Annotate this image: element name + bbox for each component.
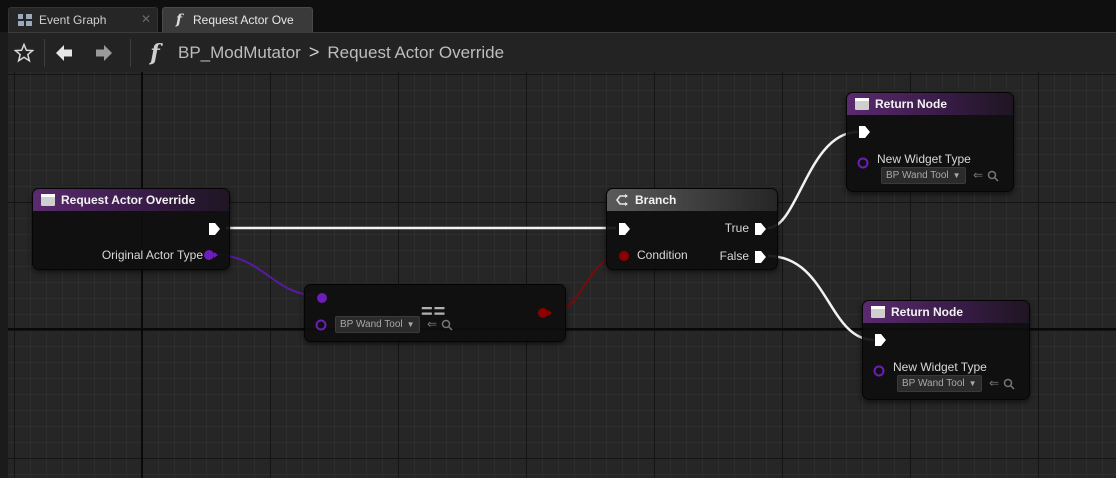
node-title: Return Node <box>891 305 963 319</box>
node-title: Return Node <box>875 97 947 111</box>
class-combo[interactable]: BP Wand Tool ▼ <box>897 375 982 392</box>
graph-toolbar: f BP_ModMutator > Request Actor Override <box>8 32 1116 73</box>
forward-arrow-icon[interactable] <box>92 41 116 65</box>
favorite-star-icon[interactable] <box>12 41 36 65</box>
pin-label-true: True <box>724 221 749 235</box>
class-in-pin[interactable] <box>857 157 871 169</box>
node-header: Return Node <box>847 93 1013 115</box>
node-equal-class[interactable]: BP Wand Tool ▼ ⇐ == <box>304 284 566 342</box>
use-selected-arrow-icon[interactable]: ⇐ <box>989 376 999 390</box>
function-icon: f <box>150 40 160 66</box>
blueprint-editor: Event Graph ✕ f Request Actor Ove f BP_M… <box>0 0 1116 478</box>
function-icon: f <box>175 12 183 28</box>
class-combo[interactable]: BP Wand Tool ▼ <box>335 316 420 333</box>
exec-out-pin-true[interactable] <box>753 222 767 236</box>
browse-search-icon[interactable] <box>1003 378 1015 390</box>
node-request-actor-override[interactable]: Request Actor Override Original Actor Ty… <box>32 188 230 270</box>
pin-label: Original Actor Type <box>101 248 203 262</box>
event-graph-icon <box>17 12 33 28</box>
dropdown-arrow-icon: ▼ <box>952 171 961 180</box>
return-node-icon <box>871 306 885 318</box>
combo-value: BP Wand Tool <box>340 319 403 330</box>
tab-label: Event Graph <box>39 13 107 27</box>
use-selected-arrow-icon[interactable]: ⇐ <box>973 168 983 182</box>
equals-symbol: == <box>421 301 447 323</box>
bool-out-pin[interactable] <box>537 307 553 319</box>
graph-canvas[interactable]: Request Actor Override Original Actor Ty… <box>8 72 1116 478</box>
chevron-right-icon: > <box>308 42 320 62</box>
pin-label: New Widget Type <box>893 360 987 374</box>
class-out-pin[interactable] <box>203 249 219 261</box>
return-node-icon <box>855 98 869 110</box>
node-title: Request Actor Override <box>61 193 196 207</box>
node-title: Branch <box>635 193 677 207</box>
node-header: Return Node <box>863 301 1029 323</box>
exec-in-pin[interactable] <box>873 333 887 347</box>
exec-wire-false-to-return <box>767 254 875 342</box>
dropdown-arrow-icon: ▼ <box>406 320 415 329</box>
tab-bar: Event Graph ✕ f Request Actor Ove <box>0 0 1116 33</box>
back-arrow-icon[interactable] <box>52 41 76 65</box>
pin-label-false: False <box>719 249 749 263</box>
toolbar-separator <box>130 39 131 67</box>
node-branch[interactable]: Branch True Condition False <box>606 188 778 270</box>
breadcrumb-blueprint[interactable]: BP_ModMutator <box>178 43 301 63</box>
class-combo[interactable]: BP Wand Tool ▼ <box>881 167 966 184</box>
class-in-pin-a[interactable] <box>315 291 329 305</box>
exec-wire-true-to-return <box>767 130 859 230</box>
close-icon[interactable]: ✕ <box>141 12 151 26</box>
node-return-top[interactable]: Return Node New Widget Type BP Wand Tool… <box>846 92 1014 192</box>
tab-label: Request Actor Ove <box>193 13 294 27</box>
exec-out-pin-false[interactable] <box>753 250 767 264</box>
breadcrumb-function: Request Actor Override <box>327 42 505 62</box>
browse-search-icon[interactable] <box>987 170 999 182</box>
tab-request-actor-override[interactable]: f Request Actor Ove <box>162 7 313 33</box>
combo-value: BP Wand Tool <box>886 170 949 181</box>
combo-value: BP Wand Tool <box>902 378 965 389</box>
class-in-pin-b[interactable] <box>315 319 329 331</box>
class-in-pin[interactable] <box>873 365 887 377</box>
tab-event-graph[interactable]: Event Graph ✕ <box>8 7 158 33</box>
function-entry-icon <box>41 194 55 206</box>
node-header: Branch <box>607 189 777 211</box>
node-return-bottom[interactable]: Return Node New Widget Type BP Wand Tool… <box>862 300 1030 400</box>
pin-label: New Widget Type <box>877 152 971 166</box>
dropdown-arrow-icon: ▼ <box>968 379 977 388</box>
branch-icon <box>616 194 628 206</box>
exec-in-pin[interactable] <box>857 125 871 139</box>
exec-in-pin[interactable] <box>617 222 631 236</box>
bool-in-pin[interactable] <box>617 250 631 262</box>
exec-out-pin[interactable] <box>207 222 221 236</box>
pin-label-condition: Condition <box>637 248 688 262</box>
breadcrumb: BP_ModMutator > Request Actor Override <box>178 42 504 63</box>
node-header: Request Actor Override <box>33 189 229 211</box>
toolbar-separator <box>44 39 45 67</box>
